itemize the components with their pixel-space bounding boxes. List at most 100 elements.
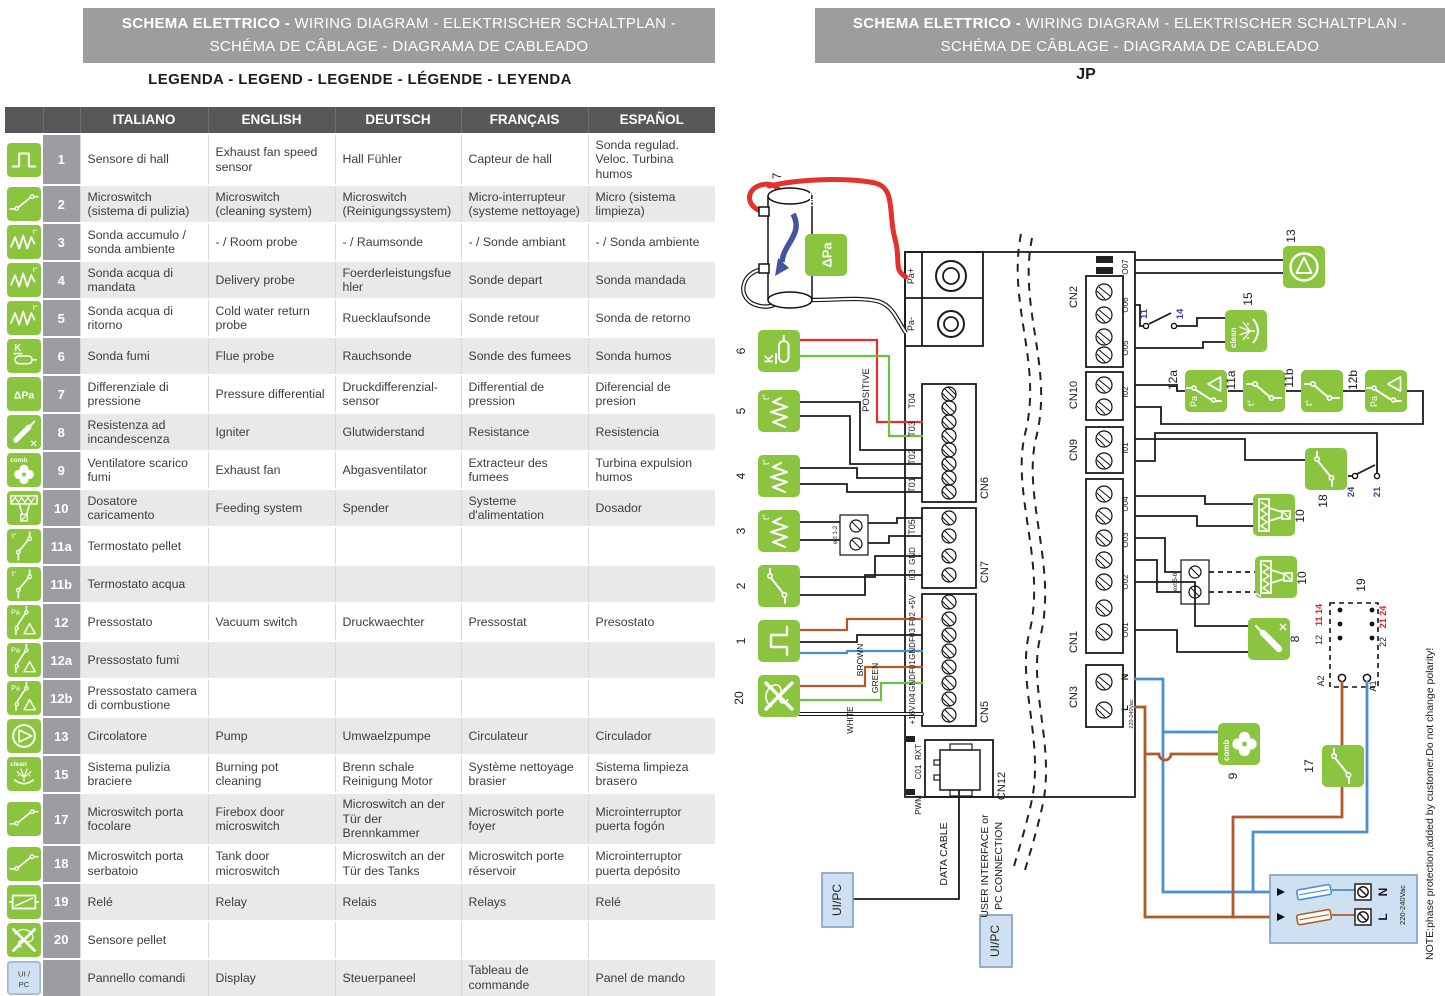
svg-text:21 24: 21 24 (1378, 606, 1388, 629)
power-entry-box (1270, 875, 1417, 943)
legend-title: LEGENDA - LEGEND - LEGENDE - LÉGENDE - L… (5, 71, 715, 88)
svg-text:CN7: CN7 (979, 561, 991, 583)
svg-text:T02: T02 (907, 449, 917, 465)
feeding-system-icon (1253, 494, 1295, 536)
table-row: 5Sonda acqua di ritornoCold water return… (5, 299, 715, 337)
table-row: 9Ventilatore scarico fumiExhaust fanAbga… (5, 451, 715, 489)
chamber-pressure-switch-icon (7, 681, 41, 715)
delivery-probe-icon (7, 263, 41, 297)
table-row: 4Sonda acqua di mandataDelivery probeFoe… (5, 261, 715, 299)
page-header-left: SCHEMA ELETTRICO - WIRING DIAGRAM - ELEK… (83, 8, 715, 63)
svg-text:GREEN: GREEN (870, 663, 880, 693)
svg-text:12a: 12a (1166, 370, 1180, 390)
table-row: 20Sensore pellet (5, 921, 715, 959)
svg-text:O03: O03 (1121, 532, 1130, 548)
igniter-icon (7, 415, 41, 449)
svg-text:Pa-: Pa- (906, 317, 916, 331)
uipc-box-2: UI/PC (980, 915, 1012, 967)
svg-text:GND: GND (908, 547, 917, 565)
svg-text:10: 10 (1293, 509, 1307, 523)
svg-text:CN6: CN6 (979, 477, 991, 499)
svg-text:GND: GND (908, 674, 917, 692)
svg-text:5: 5 (734, 407, 748, 414)
col-italiano: ITALIANO (80, 107, 208, 134)
vacuum-switch-icon (7, 605, 41, 639)
svg-text:CN9: CN9 (1068, 439, 1080, 461)
table-row: 6Sonda fumiFlue probeRauchsondeSonde des… (5, 337, 715, 375)
room-probe-icon (758, 510, 800, 552)
room-probe-icon (7, 225, 41, 259)
pressure-differential-icon (805, 234, 847, 276)
svg-text:11a: 11a (1224, 370, 1238, 389)
svg-text:BROWN: BROWN (855, 644, 865, 677)
table-row: 11aTermostato pellet (5, 527, 715, 565)
svg-text:12b: 12b (1346, 370, 1360, 390)
col-deutsch: DEUTSCH (335, 107, 461, 134)
hall-sensor-icon (7, 143, 41, 177)
svg-text:11 14: 11 14 (1314, 604, 1324, 626)
table-row: 1Sensore di hallExhaust fan speed sensor… (5, 134, 715, 186)
svg-text:7: 7 (770, 172, 784, 179)
terminal-screws (942, 387, 956, 401)
svg-text:RED: RED (809, 189, 818, 206)
table-row: 2Microswitch (sistema di pulizia)Microsw… (5, 185, 715, 223)
tank-door-microswitch-icon (7, 847, 41, 881)
flue-pressure-switch-icon (1185, 370, 1227, 412)
svg-text:O05: O05 (1121, 340, 1130, 356)
display-icon (7, 961, 41, 995)
svg-text:6: 6 (734, 347, 748, 354)
table-row: 12aPressostato fumi (5, 641, 715, 679)
exhaust-fan-icon (7, 453, 41, 487)
return-probe-icon (7, 301, 41, 335)
hall-sensor-icon (758, 620, 800, 662)
svg-text:T01: T01 (907, 477, 917, 493)
legend-table: ITALIANO ENGLISH DEUTSCH FRANÇAIS ESPAÑO… (5, 107, 715, 996)
svg-text:ext 5-6: ext 5-6 (1173, 572, 1179, 591)
svg-text:17: 17 (1302, 759, 1316, 773)
svg-text:ext 1-2: ext 1-2 (833, 525, 839, 544)
svg-text:21: 21 (1372, 486, 1383, 497)
svg-text:T03: T03 (907, 421, 917, 437)
svg-text:N: N (1376, 888, 1390, 897)
svg-text:A2: A2 (1316, 675, 1326, 686)
note-text: NOTE:phase protection,added by customer.… (1424, 648, 1436, 960)
feeding-system-icon (7, 491, 41, 525)
svg-text:CN2: CN2 (1068, 286, 1080, 308)
table-row: 7Differenziale di pressionePressure diff… (5, 375, 715, 413)
feeding-system-2-icon (1255, 556, 1297, 598)
pump-icon (7, 719, 41, 753)
relay-terminal-labels: 11 14 12 21 24 22 A2 A1 (1314, 604, 1388, 692)
pellet-sensor-icon (758, 675, 800, 717)
microswitch-icon (7, 187, 41, 221)
svg-text:4: 4 (734, 472, 748, 479)
svg-text:O04: O04 (1121, 496, 1130, 512)
svg-text:A1: A1 (1368, 680, 1378, 691)
svg-text:19: 19 (1354, 578, 1368, 592)
col-english: ENGLISH (208, 107, 335, 134)
svg-text:F03: F03 (908, 628, 917, 642)
svg-text:PC CONNECTION: PC CONNECTION (993, 822, 1005, 910)
svg-text:15: 15 (1241, 292, 1255, 306)
uipc-box-1: UI/PC (822, 873, 853, 927)
svg-text:I01: I01 (1121, 442, 1130, 454)
svg-text:1: 1 (734, 637, 748, 644)
svg-text:220-240Vac: 220-240Vac (1129, 699, 1135, 729)
svg-text:13: 13 (1284, 229, 1298, 243)
igniter-icon (1248, 618, 1290, 660)
header-tail: WIRING DIAGRAM - ELEKTRISCHER SCHALTPLAN… (290, 15, 676, 32)
pump-icon (1283, 246, 1325, 288)
svg-text:L: L (1376, 913, 1390, 920)
svg-text:2: 2 (734, 582, 748, 589)
table-row: 12PressostatoVacuum switchDruckwaechterP… (5, 603, 715, 641)
svg-text:20: 20 (732, 691, 746, 705)
svg-text:8: 8 (1288, 635, 1302, 642)
svg-text:O07: O07 (1121, 259, 1130, 275)
svg-text:CN3: CN3 (1068, 686, 1080, 708)
table-row: 15Sistema pulizia braciereBurning pot cl… (5, 755, 715, 793)
svg-text:F02: F02 (908, 612, 917, 626)
pressure-differential-icon (7, 377, 41, 411)
svg-text:CN10: CN10 (1068, 381, 1080, 409)
svg-text:T04: T04 (907, 393, 917, 409)
table-row: 19ReléRelayRelaisRelaysRelé (5, 883, 715, 921)
svg-text:GND: GND (908, 642, 917, 660)
